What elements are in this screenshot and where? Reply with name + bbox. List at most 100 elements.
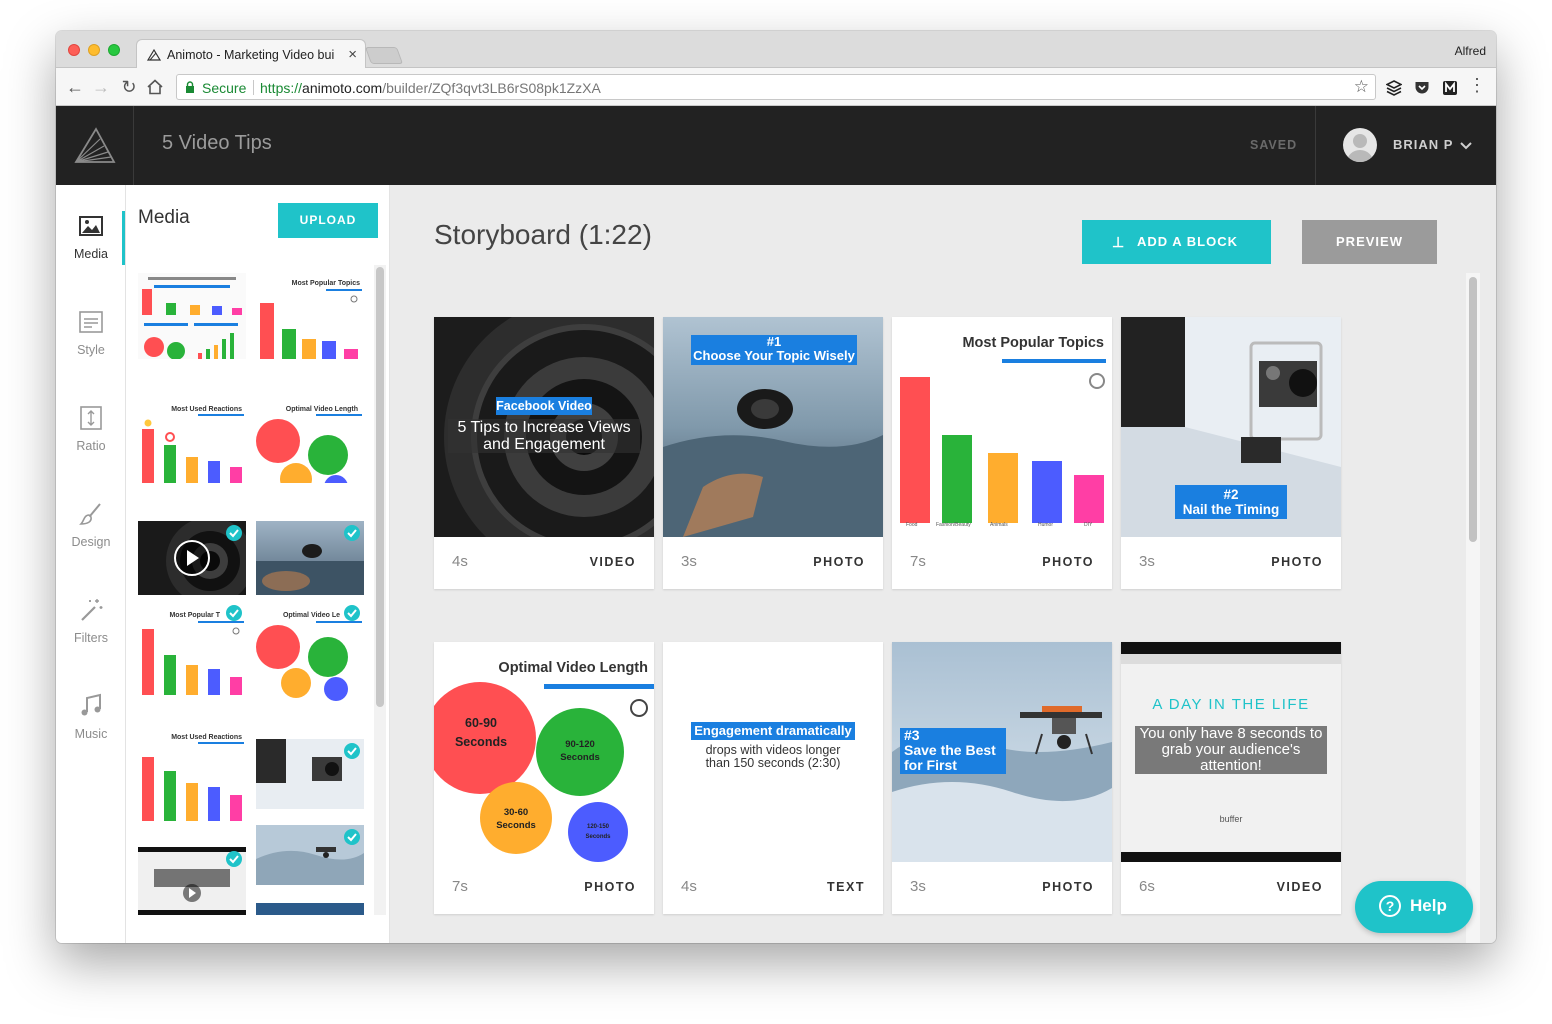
- storyboard-scrollbar[interactable]: [1469, 277, 1477, 542]
- storyboard-card[interactable]: Engagement dramatically drops with video…: [663, 642, 883, 914]
- mixmax-extension-icon[interactable]: [1442, 80, 1458, 96]
- bar-label: DIY: [1084, 522, 1093, 528]
- upload-button[interactable]: UPLOAD: [278, 203, 378, 238]
- storyboard-card[interactable]: Optimal Video Length 60-90 Seconds 90-12…: [434, 642, 654, 914]
- card-kind: VIDEO: [589, 555, 636, 569]
- card-duration: 6s: [1139, 878, 1155, 895]
- media-panel-title: Media: [138, 207, 190, 228]
- url-scheme: https://: [260, 80, 303, 96]
- card-image-video-length: Optimal Video Length 60-90 Seconds 90-12…: [434, 642, 654, 862]
- media-thumb-video-length[interactable]: Optimal Video Length: [256, 397, 364, 483]
- card-tag: #2: [1223, 487, 1239, 502]
- card-kind: VIDEO: [1276, 880, 1323, 894]
- card-text: You only have 8 seconds to grab your aud…: [1135, 726, 1327, 774]
- thumb-popular-short-title: Most Popular T: [169, 612, 220, 619]
- reload-icon[interactable]: ↻: [118, 76, 140, 98]
- card-text: drops with videos longer than 150 second…: [705, 743, 841, 770]
- chevron-down-icon[interactable]: [1459, 139, 1473, 153]
- reactions-thumb-image: Most Used Reactions: [138, 725, 246, 825]
- lock-icon: [186, 81, 194, 93]
- browser-window: Animoto - Marketing Video bui × Alfred ←…: [56, 31, 1496, 943]
- home-icon[interactable]: [146, 79, 164, 95]
- storyboard-card[interactable]: Most Popular Topics Food Fashion/Beauty …: [892, 317, 1112, 589]
- card-image-action-camera: #2 Nail the Timing: [1121, 317, 1341, 537]
- rail-label-ratio: Ratio: [76, 439, 106, 453]
- selected-check-icon: [344, 743, 360, 759]
- music-note-icon: [81, 693, 101, 716]
- url-path: /builder/ZQf3qvt3LB6rS08pk1ZzXA: [382, 80, 601, 96]
- new-tab-button[interactable]: [364, 47, 404, 64]
- back-arrow-icon[interactable]: ←: [64, 76, 86, 98]
- selected-check-icon: [344, 525, 360, 541]
- rail-item-ratio[interactable]: Ratio: [56, 405, 126, 485]
- browser-profile-name[interactable]: Alfred: [1455, 44, 1486, 58]
- storyboard-card[interactable]: #2 Nail the Timing 3s PHOTO: [1121, 317, 1341, 589]
- add-icon: ⊥: [1112, 234, 1126, 250]
- card-tag: #1: [766, 334, 782, 349]
- card-duration: 3s: [1139, 553, 1155, 570]
- card-kind: PHOTO: [1042, 880, 1094, 894]
- help-button[interactable]: ? Help: [1355, 881, 1473, 933]
- browser-menu-icon[interactable]: ⋮: [1468, 76, 1486, 94]
- card-brand: buffer: [1219, 814, 1243, 824]
- storyboard-card[interactable]: Facebook Video 5 Tips to Increase Views …: [434, 317, 654, 589]
- buffer-extension-icon[interactable]: [1386, 80, 1402, 96]
- browser-tab[interactable]: Animoto - Marketing Video bui ×: [136, 39, 366, 69]
- media-thumb-hand-lens[interactable]: [256, 521, 364, 595]
- browser-tab-bar: Animoto - Marketing Video bui × Alfred: [56, 31, 1496, 69]
- project-title[interactable]: 5 Video Tips: [162, 132, 272, 155]
- storyboard-card[interactable]: #3 Save the Best for First 3s PHOTO: [892, 642, 1112, 914]
- storyboard-card[interactable]: A DAY IN THE LIFE You only have 8 second…: [1121, 642, 1341, 914]
- card-kind: PHOTO: [813, 555, 865, 569]
- user-avatar-icon: [1347, 134, 1373, 162]
- thumb-length-title: Optimal Video Length: [286, 406, 358, 413]
- media-thumb-video-length-2[interactable]: Optimal Video Le: [256, 601, 364, 701]
- rail-label-filters: Filters: [73, 631, 109, 645]
- user-menu-name[interactable]: BRIAN P: [1393, 137, 1453, 152]
- bubble-label: 120-150 Seconds: [585, 824, 611, 840]
- minimize-window-button[interactable]: [88, 44, 100, 56]
- card-tag-block: #3 Save the Best for First: [900, 728, 1006, 774]
- rail-item-music[interactable]: Music: [56, 693, 126, 773]
- media-thumb-action-camera[interactable]: [256, 739, 364, 809]
- rail-item-style[interactable]: Style: [56, 309, 126, 389]
- media-thumb-blue[interactable]: [256, 903, 364, 915]
- media-scrollbar[interactable]: [376, 267, 384, 707]
- bubble-label: 30-60 Seconds: [496, 807, 536, 831]
- address-bar[interactable]: Secure https://animoto.com/builder/ZQf3q…: [176, 74, 1376, 100]
- selected-check-icon: [226, 851, 242, 867]
- storyboard-area: Storyboard (1:22) ⊥ ADD A BLOCK PREVIEW …: [390, 185, 1496, 943]
- tool-rail: Media Style Ratio Design Filters Music: [56, 185, 126, 943]
- media-thumb-popular-topics[interactable]: Most Popular Topics: [256, 273, 364, 359]
- media-thumb-reactions-2[interactable]: Most Used Reactions: [138, 725, 246, 825]
- style-icon: [79, 311, 103, 333]
- media-thumb-popular-topics-2[interactable]: Most Popular T: [138, 601, 246, 701]
- magic-wand-icon: [81, 599, 103, 621]
- animoto-logo[interactable]: [56, 106, 134, 185]
- card-image-hand-lens: #1 Choose Your Topic Wisely: [663, 317, 883, 537]
- avatar[interactable]: [1343, 128, 1377, 162]
- selected-check-icon: [226, 605, 242, 621]
- add-block-button[interactable]: ⊥ ADD A BLOCK: [1082, 220, 1271, 264]
- media-thumb-lens-video[interactable]: [138, 521, 246, 595]
- storyboard-card[interactable]: #1 Choose Your Topic Wisely 3s PHOTO: [663, 317, 883, 589]
- app-header: 5 Video Tips SAVED BRIAN P: [56, 106, 1496, 185]
- media-thumb-drone[interactable]: [256, 825, 364, 885]
- thumb-length-short-title: Optimal Video Le: [283, 612, 340, 619]
- thumb-reactions-title-2: Most Used Reactions: [171, 734, 242, 741]
- rail-item-media[interactable]: Media: [56, 213, 126, 293]
- preview-button[interactable]: PREVIEW: [1302, 220, 1437, 264]
- tab-close-icon[interactable]: ×: [348, 46, 357, 63]
- rail-item-filters[interactable]: Filters: [56, 597, 126, 677]
- media-thumb-infographic[interactable]: [138, 273, 246, 359]
- bookmark-star-icon[interactable]: ☆: [1354, 77, 1369, 97]
- rail-item-design[interactable]: Design: [56, 501, 126, 581]
- media-thumb-buffer-video[interactable]: [138, 847, 246, 915]
- maximize-window-button[interactable]: [108, 44, 120, 56]
- selected-check-icon: [344, 829, 360, 845]
- url-text[interactable]: https://animoto.com/builder/ZQf3qvt3LB6r…: [260, 80, 601, 96]
- pocket-extension-icon[interactable]: [1414, 80, 1430, 96]
- close-window-button[interactable]: [68, 44, 80, 56]
- forward-arrow-icon[interactable]: →: [90, 76, 112, 98]
- media-thumb-reactions[interactable]: Most Used Reactions: [138, 397, 246, 483]
